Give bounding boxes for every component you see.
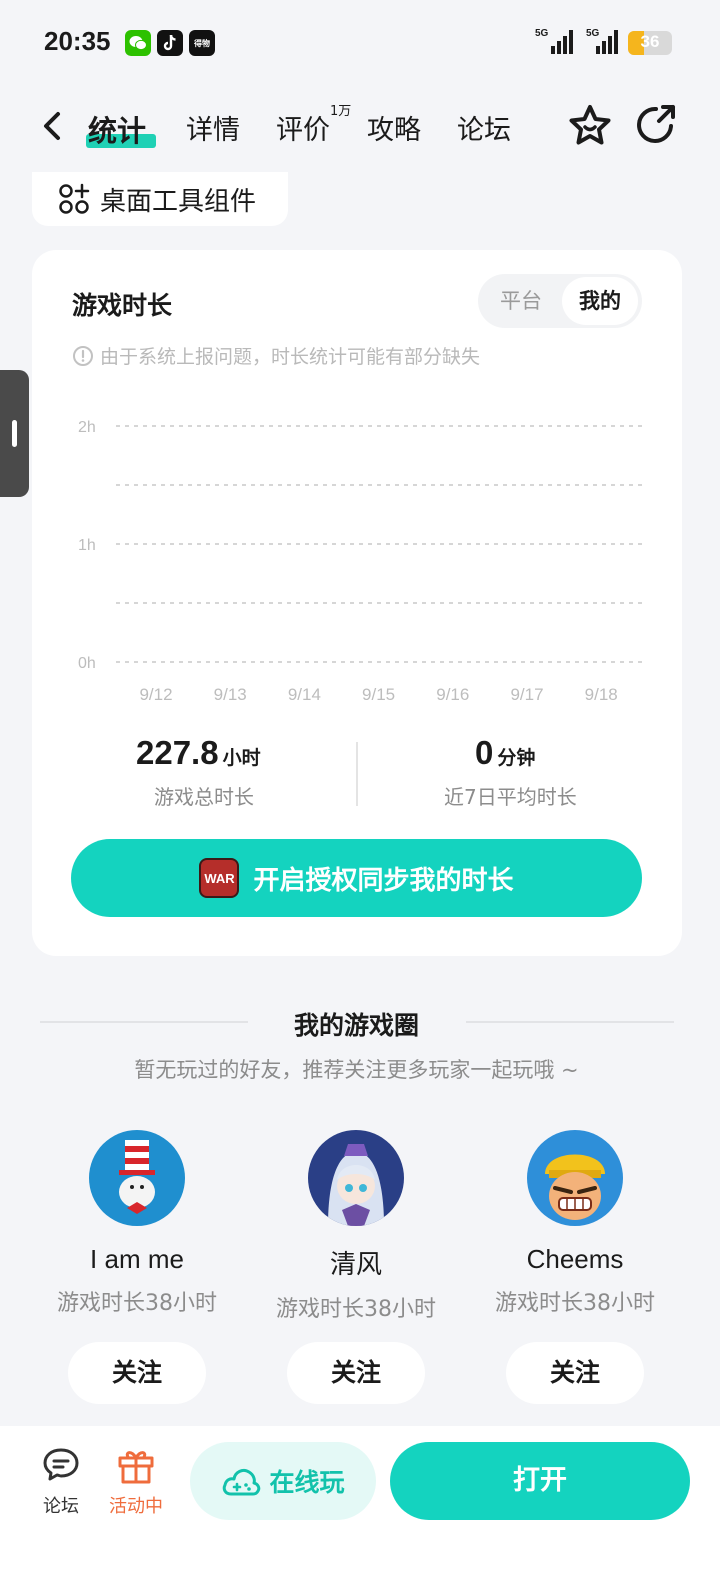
info-icon	[73, 345, 93, 366]
friend-playtime: 游戏时长38小时	[57, 1291, 217, 1316]
friend-playtime: 游戏时长38小时	[276, 1297, 436, 1322]
tab-reviews[interactable]: 评价	[276, 108, 330, 147]
total-playtime-value: 227.8	[136, 734, 219, 771]
signal-5g-2-icon	[596, 30, 618, 54]
gamepad-cloud-icon	[223, 1468, 261, 1496]
y-tick-label: 2h	[78, 419, 96, 436]
review-count-badge: 1万	[330, 104, 352, 119]
total-playtime-label: 游戏总时长	[154, 785, 254, 809]
avatar[interactable]	[527, 1130, 623, 1226]
playtime-title: 游戏时长	[72, 291, 173, 320]
notice-text: 由于系统上报问题，时长统计可能有部分缺失	[100, 346, 481, 368]
forum-label: 论坛	[43, 1496, 79, 1517]
play-online-label: 在线玩	[269, 1468, 345, 1497]
x-tick-label: 9/16	[436, 685, 469, 704]
events-label: 活动中	[109, 1496, 163, 1517]
back-icon[interactable]	[36, 106, 72, 146]
tab-details[interactable]: 详情	[186, 108, 240, 147]
total-playtime: 227.8 小时	[136, 734, 261, 772]
tab-guides[interactable]: 攻略	[367, 108, 421, 147]
follow-button[interactable]: 关注	[506, 1342, 644, 1404]
friend-card[interactable]: Cheems 游戏时长38小时	[475, 1130, 675, 1317]
source-toggle: 平台 我的	[478, 274, 642, 328]
game-logo: WAR	[199, 858, 240, 898]
friend-name: 清风	[329, 1249, 382, 1279]
share-icon[interactable]	[632, 102, 678, 148]
y-tick-label: 0h	[78, 655, 96, 672]
average-playtime-value: 0	[475, 734, 494, 771]
y-tick-label: 1h	[78, 537, 96, 554]
forum-chat-icon	[43, 1448, 79, 1481]
toggle-mine[interactable]: 我的	[562, 277, 638, 325]
data-notice: 由于系统上报问题，时长统计可能有部分缺失	[72, 342, 480, 369]
tab-forum[interactable]: 论坛	[457, 108, 511, 147]
favorite-star-icon[interactable]	[566, 102, 614, 150]
total-playtime-unit: 小时	[222, 747, 261, 769]
x-tick-label: 9/14	[288, 685, 321, 704]
x-tick-label: 9/13	[214, 685, 247, 704]
x-tick-label: 9/17	[510, 685, 543, 704]
avatar[interactable]	[89, 1130, 185, 1226]
follow-button[interactable]: 关注	[287, 1342, 425, 1404]
avatar[interactable]	[308, 1130, 404, 1226]
game-circle-subtitle: 暂无玩过的好友，推荐关注更多玩家一起玩哦 ~	[134, 1058, 579, 1082]
game-circle-title: 我的游戏圈	[293, 1011, 419, 1040]
play-online-button[interactable]: 在线玩	[190, 1442, 376, 1520]
tab-stats[interactable]: 统计	[88, 108, 146, 150]
friend-card[interactable]: I am me 游戏时长38小时	[37, 1130, 237, 1317]
events-shortcut[interactable]: 活动中	[106, 1446, 166, 1518]
follow-button[interactable]: 关注	[68, 1342, 206, 1404]
sync-button-label: 开启授权同步我的时长	[253, 865, 514, 896]
toggle-platform[interactable]: 平台	[482, 277, 560, 325]
battery-indicator: 36	[628, 31, 672, 55]
wechat-icon	[125, 30, 151, 56]
status-time: 20:35	[44, 26, 111, 56]
battery-level: 36	[640, 32, 660, 51]
x-tick-label: 9/15	[362, 685, 395, 704]
friend-playtime: 游戏时长38小时	[495, 1291, 655, 1316]
gift-icon	[118, 1451, 154, 1484]
open-game-button[interactable]: 打开	[390, 1442, 690, 1520]
widget-chip-label: 桌面工具组件	[100, 186, 257, 217]
dewu-label: 得物	[194, 38, 210, 48]
x-tick-label: 9/12	[139, 685, 172, 704]
average-playtime-label: 近7日平均时长	[444, 785, 577, 809]
friend-name: I am me	[90, 1244, 184, 1274]
widget-grid-icon	[59, 183, 90, 214]
signal-5g-icon	[551, 30, 573, 54]
tiktok-icon	[157, 30, 183, 56]
sync-playtime-button[interactable]: WAR 开启授权同步我的时长	[71, 839, 642, 917]
friend-card[interactable]: 清风 游戏时长38小时	[256, 1130, 456, 1323]
desktop-widget-chip[interactable]: 桌面工具组件	[32, 172, 288, 226]
stat-divider	[356, 742, 358, 806]
average-playtime-unit: 分钟	[497, 747, 536, 769]
forum-shortcut[interactable]: 论坛	[31, 1446, 91, 1518]
dewu-icon: 得物	[189, 30, 215, 56]
average-playtime: 0 分钟	[475, 734, 535, 772]
playtime-chart: 2h 1h 0h 9/12 9/13 9/14 9/15 9/16 9/17 9/18	[78, 419, 642, 704]
friend-name: Cheems	[526, 1244, 624, 1274]
side-drawer-handle[interactable]	[0, 370, 29, 497]
x-tick-label: 9/18	[585, 685, 618, 704]
